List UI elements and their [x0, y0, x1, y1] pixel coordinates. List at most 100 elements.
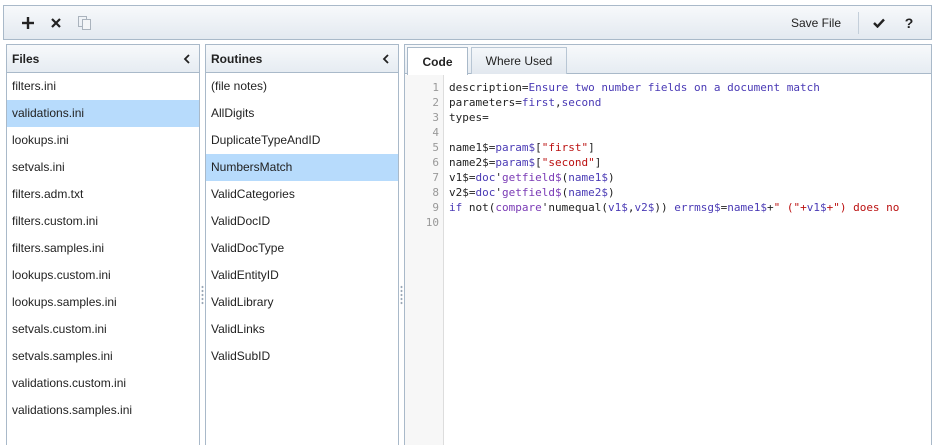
- routine-list-item[interactable]: ValidSubID: [206, 343, 398, 370]
- chevron-left-icon[interactable]: [181, 53, 193, 65]
- line-number: 9: [432, 201, 439, 214]
- routines-panel: Routines (file notes) AllDigits DuplicateT…: [205, 44, 399, 445]
- routine-list-item[interactable]: ValidLibrary: [206, 289, 398, 316]
- code-line[interactable]: name1$=param$["first"]: [449, 140, 595, 155]
- line-number: 5: [432, 141, 439, 154]
- routine-list-item[interactable]: NumbersMatch: [206, 154, 398, 181]
- code-line[interactable]: name2$=param$["second"]: [449, 155, 601, 170]
- routine-list-item[interactable]: ValidCategories: [206, 181, 398, 208]
- code-token: doc: [475, 186, 496, 199]
- save-file-button[interactable]: Save File: [781, 6, 851, 39]
- code-token: compare: [495, 201, 542, 214]
- delete-button[interactable]: [42, 6, 70, 39]
- file-list-item[interactable]: lookups.samples.ini: [7, 289, 199, 316]
- routines-title: Routines: [211, 51, 263, 66]
- code-token: )): [654, 201, 675, 214]
- code-token: v1$: [806, 201, 827, 214]
- file-list-item[interactable]: setvals.custom.ini: [7, 316, 199, 343]
- code-token: not(: [462, 201, 496, 214]
- line-number: 10: [425, 216, 439, 229]
- code-token: getfield$: [502, 171, 562, 184]
- code-line[interactable]: types=: [449, 110, 489, 125]
- code-token: v1$: [607, 201, 628, 214]
- file-list-item[interactable]: filters.samples.ini: [7, 235, 199, 262]
- routine-list-item[interactable]: ValidDocID: [206, 208, 398, 235]
- validate-button[interactable]: [865, 6, 893, 39]
- routine-list-item[interactable]: AllDigits: [206, 100, 398, 127]
- code-token: "second": [541, 156, 595, 169]
- files-list: filters.ini validations.ini lookups.ini set…: [7, 73, 199, 424]
- routine-list-item[interactable]: ValidDocType: [206, 235, 398, 262]
- file-list-item[interactable]: validations.custom.ini: [7, 370, 199, 397]
- code-token: v2$: [634, 201, 655, 214]
- code-token: first: [521, 96, 555, 109]
- line-number: 3: [432, 111, 439, 124]
- add-button[interactable]: [14, 6, 42, 39]
- code-token: " ("+: [773, 201, 807, 214]
- code-token: "first": [541, 141, 589, 154]
- copy-button[interactable]: [70, 6, 98, 39]
- code-token: name2$=: [449, 156, 496, 169]
- code-token: v2$=: [449, 186, 476, 199]
- code-token: types=: [449, 111, 489, 124]
- code-token: name1$: [568, 171, 608, 184]
- routine-list-item[interactable]: DuplicateTypeAndID: [206, 127, 398, 154]
- file-list-item[interactable]: filters.custom.ini: [7, 208, 199, 235]
- code-line[interactable]: parameters=first,second: [449, 95, 601, 110]
- line-number: 1: [432, 81, 439, 94]
- file-list-item[interactable]: lookups.ini: [7, 127, 199, 154]
- code-token: ): [607, 171, 615, 184]
- toolbar-separator: [858, 12, 859, 34]
- code-token: ]: [594, 156, 602, 169]
- line-number-gutter: 1 2 3 4 5 6 7 8 9 10: [405, 75, 444, 445]
- editor-tabs: Code Where Used: [405, 45, 931, 75]
- code-token: param$: [495, 141, 536, 154]
- code-token: ): [607, 186, 615, 199]
- code-token: name2$: [568, 186, 608, 199]
- code-line[interactable]: v2$=doc'getfield$(name2$): [449, 185, 615, 200]
- code-token: +") does no: [826, 201, 900, 214]
- routine-list-item[interactable]: ValidEntityID: [206, 262, 398, 289]
- tab-where-used[interactable]: Where Used: [471, 47, 567, 74]
- splitter-grip[interactable]: [201, 285, 204, 305]
- code-token: Ensure two number fields on a document m…: [528, 81, 820, 94]
- file-list-item[interactable]: filters.adm.txt: [7, 181, 199, 208]
- checkmark-icon: [873, 18, 885, 28]
- copy-icon: [77, 15, 91, 30]
- code-token: ,: [554, 96, 562, 109]
- files-header: Files: [7, 45, 199, 73]
- chevron-left-icon[interactable]: [380, 53, 392, 65]
- code-line[interactable]: if not(compare'numequal(v1$,v2$)) errmsg…: [449, 200, 899, 215]
- code-line[interactable]: v1$=doc'getfield$(name1$): [449, 170, 615, 185]
- code-editor[interactable]: 1 2 3 4 5 6 7 8 9 10 description=Ensure two numbe…: [405, 75, 931, 445]
- toolbar: Save File ?: [3, 5, 932, 40]
- code-token: v1$=: [449, 171, 476, 184]
- code-token: [: [535, 141, 542, 154]
- line-number: 8: [432, 186, 439, 199]
- code-token: ': [495, 186, 502, 199]
- routines-list: (file notes) AllDigits DuplicateTypeAndID N…: [206, 73, 398, 370]
- file-list-item[interactable]: setvals.ini: [7, 154, 199, 181]
- file-list-item[interactable]: validations.samples.ini: [7, 397, 199, 424]
- file-list-item[interactable]: filters.ini: [7, 73, 199, 100]
- code-line[interactable]: description=Ensure two number fields on …: [449, 80, 820, 95]
- line-number: 4: [432, 126, 439, 139]
- code-token: [: [535, 156, 542, 169]
- files-title: Files: [12, 51, 40, 66]
- file-list-item[interactable]: setvals.samples.ini: [7, 343, 199, 370]
- editor-panel: Code Where Used 1 2 3 4 5 6 7 8 9 10 description=…: [404, 44, 932, 445]
- routine-list-item[interactable]: (file notes): [206, 73, 398, 100]
- code-token: doc: [475, 171, 496, 184]
- code-token: errmsg$: [674, 201, 721, 214]
- file-list-item[interactable]: validations.ini: [7, 100, 199, 127]
- code-token: ]: [588, 141, 595, 154]
- routines-header: Routines: [206, 45, 398, 73]
- splitter-grip[interactable]: [400, 285, 403, 305]
- close-icon: [51, 17, 61, 28]
- file-list-item[interactable]: lookups.custom.ini: [7, 262, 199, 289]
- code-token: name1$=: [449, 141, 496, 154]
- tab-code[interactable]: Code: [407, 47, 468, 75]
- routine-list-item[interactable]: ValidLinks: [206, 316, 398, 343]
- help-button[interactable]: ?: [895, 6, 923, 39]
- line-number: 6: [432, 156, 439, 169]
